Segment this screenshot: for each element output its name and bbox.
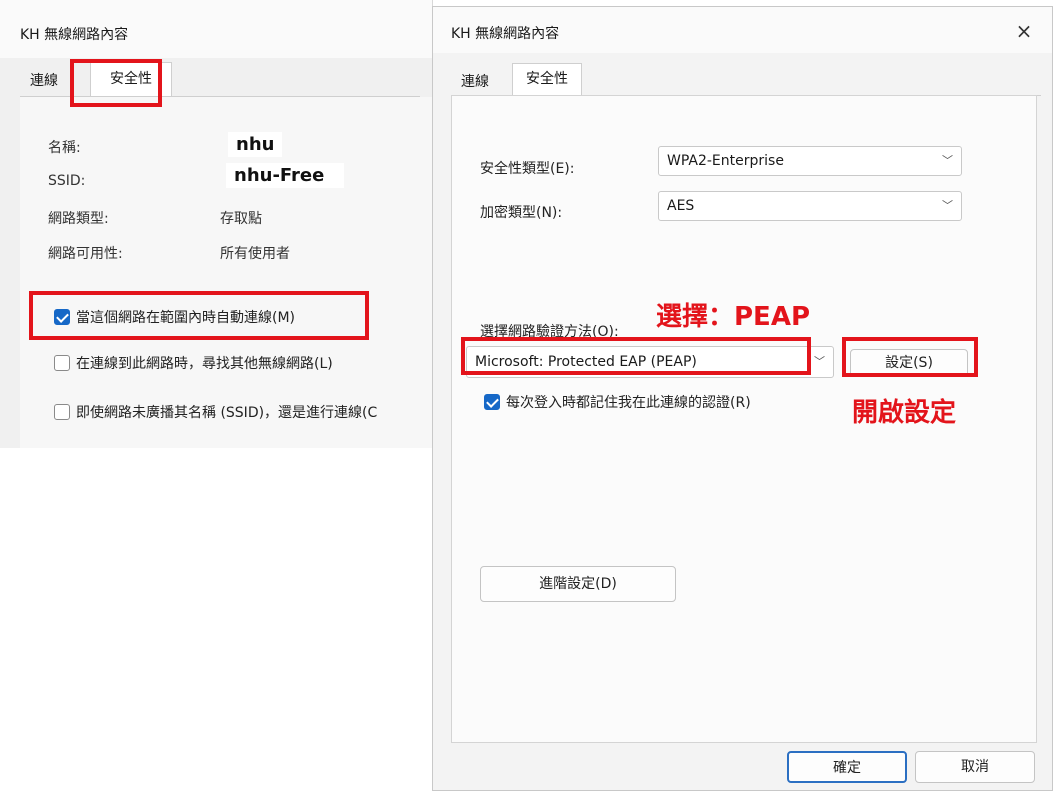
- encryption-type-label: 加密類型(N):: [480, 205, 563, 221]
- close-icon[interactable]: ×: [1010, 17, 1038, 45]
- look-other-networks-checkbox[interactable]: [54, 355, 70, 371]
- look-other-networks-label: 在連線到此網路時，尋找其他無線網路(L): [76, 356, 333, 372]
- left-title-bar: KH 無線網路內容: [0, 0, 432, 58]
- security-type-select[interactable]: WPA2-Enterprise ﹀: [658, 146, 962, 176]
- network-availability-value: 所有使用者: [220, 246, 290, 262]
- right-tab-strip: 連線 安全性: [451, 61, 1041, 97]
- network-availability-label: 網路可用性:: [48, 246, 123, 262]
- chevron-down-icon: ﹀: [942, 199, 953, 212]
- remember-credentials-checkbox[interactable]: [484, 394, 500, 410]
- ssid-label: SSID:: [48, 173, 86, 189]
- encryption-type-value: AES: [667, 198, 695, 214]
- overlay-ssid-value: nhu-Free: [226, 163, 345, 188]
- tab-connection[interactable]: 連線: [461, 71, 489, 91]
- security-type-label: 安全性類型(E):: [480, 161, 575, 177]
- annotation-select-peap: 選擇：PEAP: [656, 302, 810, 332]
- chevron-down-icon: ﹀: [942, 154, 953, 167]
- network-type-value: 存取點: [220, 211, 262, 227]
- right-title-bar: KH 無線網路內容 ×: [433, 7, 1052, 53]
- highlight-security-tab: [70, 59, 162, 107]
- remember-credentials-label: 每次登入時都記住我在此連線的認證(R): [506, 395, 751, 411]
- chevron-down-icon: ﹀: [814, 355, 825, 368]
- overlay-name-value: nhu: [228, 132, 283, 157]
- encryption-type-select[interactable]: AES ﹀: [658, 191, 962, 221]
- ok-button[interactable]: 確定: [787, 751, 907, 783]
- network-type-label: 網路類型:: [48, 211, 109, 227]
- highlight-auto-connect: [29, 291, 369, 340]
- tab-security[interactable]: 安全性: [512, 63, 582, 97]
- right-dialog-title: KH 無線網路內容: [451, 26, 560, 42]
- advanced-settings-button[interactable]: 進階設定(D): [480, 566, 676, 602]
- highlight-auth-method: [461, 337, 811, 375]
- hidden-ssid-checkbox[interactable]: [54, 404, 70, 420]
- left-tab-connection[interactable]: 連線: [30, 70, 58, 90]
- hidden-ssid-label: 即使網路未廣播其名稱 (SSID)，還是進行連線(C: [76, 405, 378, 421]
- highlight-settings-button: [842, 337, 978, 377]
- security-type-value: WPA2-Enterprise: [667, 153, 784, 169]
- left-dialog-title: KH 無線網路內容: [20, 27, 129, 43]
- right-properties-dialog: KH 無線網路內容 × 連線 安全性 安全性類型(E): WPA2-Enterp…: [432, 6, 1053, 791]
- annotation-open-settings: 開啟設定: [852, 398, 957, 428]
- name-label: 名稱:: [48, 140, 81, 156]
- cancel-button[interactable]: 取消: [915, 751, 1035, 783]
- left-properties-dialog: KH 無線網路內容 連線 安全性 名稱: SSID: 網路類型: 存取點 網路可…: [0, 0, 433, 448]
- left-tab-panel: 名稱: SSID: 網路類型: 存取點 網路可用性: 所有使用者 當這個網路在範…: [20, 97, 432, 448]
